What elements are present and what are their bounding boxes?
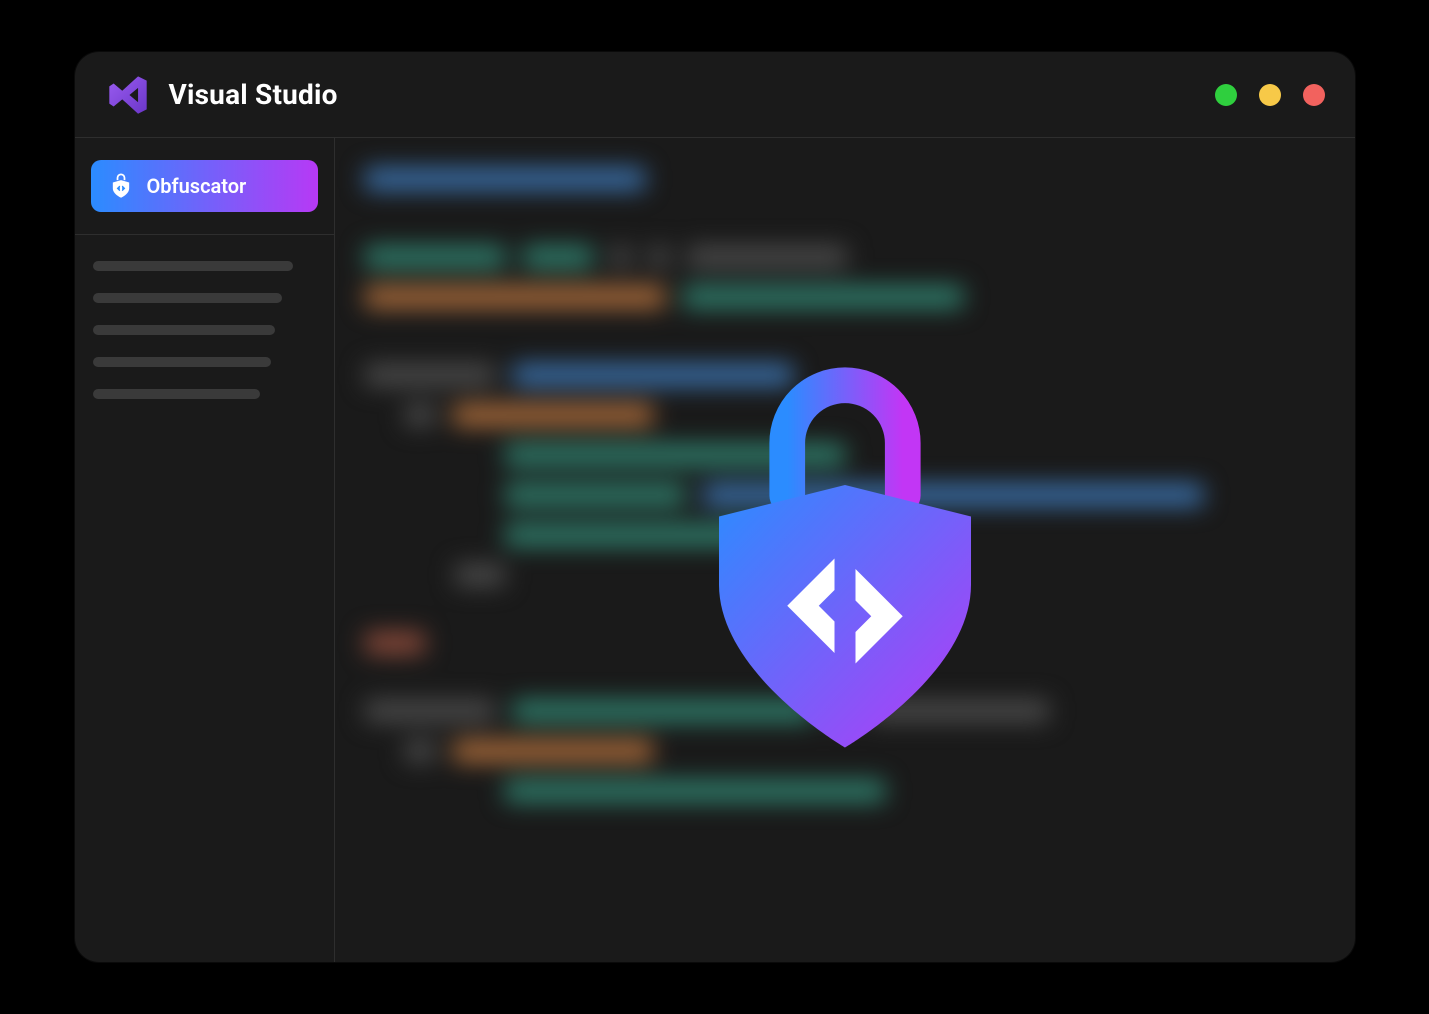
maximize-button[interactable]: [1259, 84, 1281, 106]
visual-studio-logo-icon: [105, 72, 151, 118]
sidebar-item-obfuscator[interactable]: Obfuscator: [91, 160, 318, 212]
blurred-code-background: [335, 138, 1355, 962]
close-button[interactable]: [1303, 84, 1325, 106]
sidebar-list: [75, 235, 334, 425]
sidebar-item-label: Obfuscator: [147, 174, 247, 198]
app-title: Visual Studio: [169, 78, 338, 111]
sidebar: Obfuscator: [75, 138, 335, 962]
main-area: Obfuscator: [75, 138, 1355, 962]
editor-area: [335, 138, 1355, 962]
sidebar-placeholder-line: [93, 389, 260, 399]
app-window: Visual Studio Obfuscator: [75, 52, 1355, 962]
shield-lock-icon: [107, 172, 135, 200]
sidebar-placeholder-line: [93, 357, 271, 367]
sidebar-top: Obfuscator: [75, 138, 334, 235]
sidebar-placeholder-line: [93, 261, 294, 271]
window-controls: [1215, 84, 1325, 106]
minimize-button[interactable]: [1215, 84, 1237, 106]
sidebar-placeholder-line: [93, 325, 276, 335]
titlebar-left: Visual Studio: [105, 72, 338, 118]
sidebar-placeholder-line: [93, 293, 283, 303]
titlebar: Visual Studio: [75, 52, 1355, 138]
